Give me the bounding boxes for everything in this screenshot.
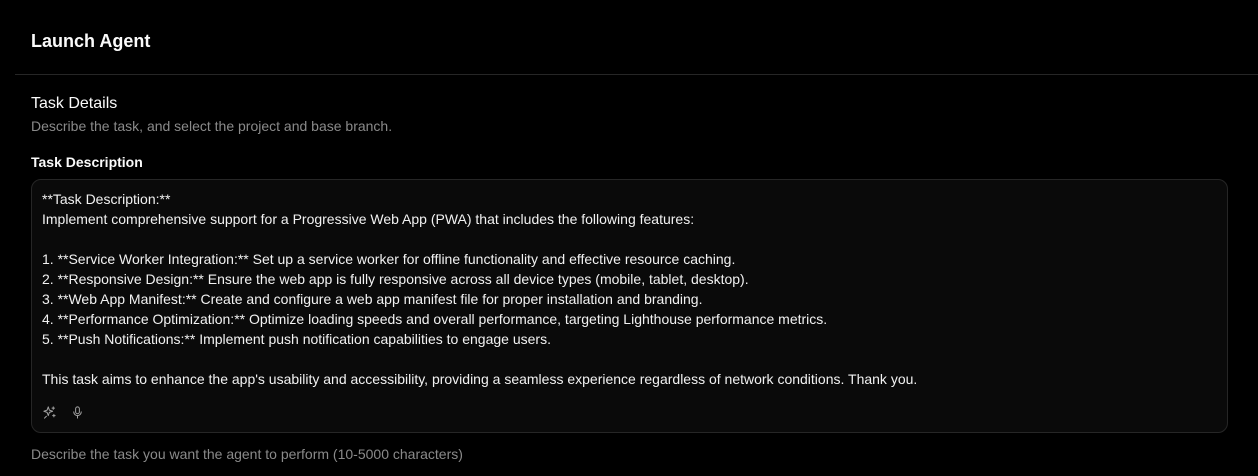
voice-input-button[interactable] [66,404,88,426]
textarea-toolbar [38,404,94,426]
task-description-label: Task Description [31,154,143,170]
section-description: Describe the task, and select the projec… [31,118,393,134]
dialog-title: Launch Agent [31,31,151,51]
task-description-helper: Describe the task you want the agent to … [31,446,463,462]
sparkles-icon [42,405,57,425]
section-title: Task Details [31,95,118,112]
task-description-container: **Task Description:** Implement comprehe… [31,179,1228,433]
dialog-header: Launch Agent [0,0,1258,75]
enhance-prompt-button[interactable] [38,404,60,426]
task-description-textarea[interactable]: **Task Description:** Implement comprehe… [42,189,1217,399]
microphone-icon [70,405,85,425]
header-divider [15,74,1258,75]
